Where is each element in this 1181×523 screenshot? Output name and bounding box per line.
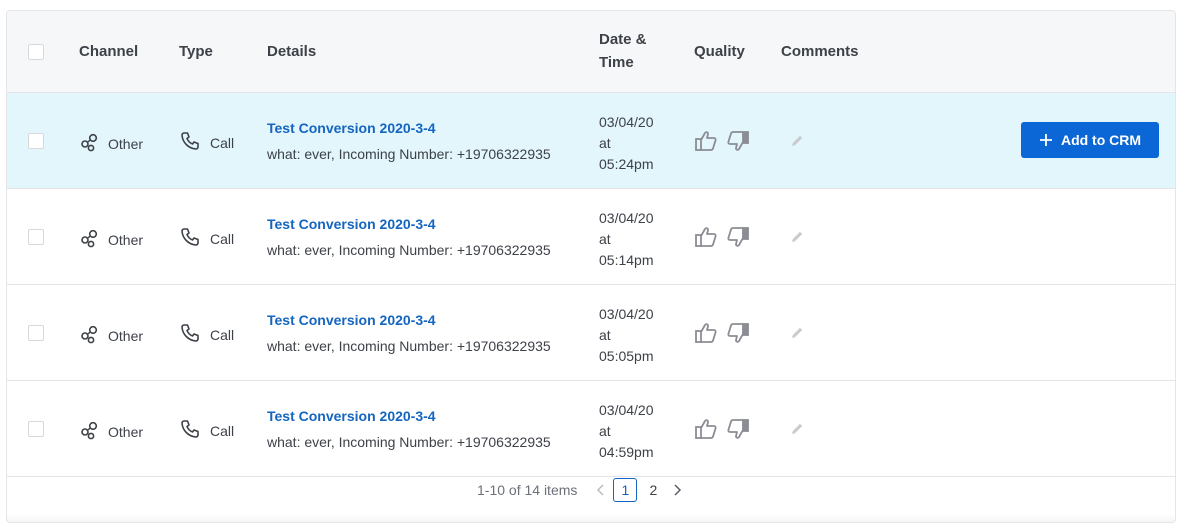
page-1-button[interactable]: 1 xyxy=(613,478,638,502)
datetime-cell: 03/04/20 at 04:59pm xyxy=(599,400,654,463)
time-text: 04:59pm xyxy=(599,444,654,460)
time-text: 05:14pm xyxy=(599,252,654,268)
pencil-icon[interactable] xyxy=(789,229,805,248)
channel-cell: Other xyxy=(80,324,143,347)
at-text: at xyxy=(599,135,611,151)
at-text: at xyxy=(599,327,611,343)
plus-icon xyxy=(1039,134,1052,146)
pencil-icon[interactable] xyxy=(789,325,805,344)
phone-icon xyxy=(180,131,200,154)
bottom-shadow xyxy=(7,514,1175,522)
add-to-crm-label: Add to CRM xyxy=(1060,132,1142,148)
date-text: 03/04/20 xyxy=(599,210,654,226)
thumbs-up-icon[interactable] xyxy=(694,322,718,344)
thumbs-down-icon[interactable] xyxy=(726,226,750,248)
conversion-details-text: what: ever, Incoming Number: +1970632293… xyxy=(267,242,551,258)
channel-nodes-icon xyxy=(80,324,100,347)
quality-cell xyxy=(694,226,750,248)
thumbs-up-icon[interactable] xyxy=(694,418,718,440)
add-to-crm-button[interactable]: Add to CRM xyxy=(1021,122,1159,158)
column-header-type[interactable]: Type xyxy=(179,40,213,63)
row-checkbox[interactable] xyxy=(28,421,44,437)
column-header-datetime-line1: Date & xyxy=(599,31,647,48)
datetime-cell: 03/04/20 at 05:14pm xyxy=(599,208,654,271)
row-checkbox[interactable] xyxy=(28,325,44,341)
channel-nodes-icon xyxy=(80,228,100,251)
pagination-summary: 1-10 of 14 items xyxy=(477,482,578,498)
channel-cell: Other xyxy=(80,228,143,251)
table-row[interactable]: Other Call Test Conversion 2020-3-4 what… xyxy=(7,285,1175,381)
column-header-datetime-line2: Time xyxy=(599,54,634,71)
datetime-cell: 03/04/20 at 05:05pm xyxy=(599,304,654,367)
pencil-icon[interactable] xyxy=(789,421,805,440)
conversion-title-link[interactable]: Test Conversion 2020-3-4 xyxy=(267,312,436,328)
page-2-button[interactable]: 2 xyxy=(641,478,665,502)
phone-icon xyxy=(180,227,200,250)
time-text: 05:24pm xyxy=(599,156,654,172)
type-label: Call xyxy=(210,134,235,151)
phone-icon xyxy=(180,419,200,442)
column-header-comments[interactable]: Comments xyxy=(781,40,859,63)
column-header-quality[interactable]: Quality xyxy=(694,40,745,63)
conversion-details-text: what: ever, Incoming Number: +1970632293… xyxy=(267,146,551,162)
conversion-details-text: what: ever, Incoming Number: +1970632293… xyxy=(267,338,551,354)
type-cell: Call xyxy=(180,227,234,250)
date-text: 03/04/20 xyxy=(599,402,654,418)
phone-icon xyxy=(180,323,200,346)
table-row[interactable]: Other Call Test Conversion 2020-3-4 what… xyxy=(7,381,1175,477)
thumbs-down-icon[interactable] xyxy=(726,130,750,152)
type-cell: Call xyxy=(180,419,234,442)
type-cell: Call xyxy=(180,131,234,154)
table-row[interactable]: Other Call Test Conversion 2020-3-4 what… xyxy=(7,189,1175,285)
table-header: Channel Type Details Date & Time Quality… xyxy=(7,11,1175,93)
thumbs-up-icon[interactable] xyxy=(694,130,718,152)
column-header-details[interactable]: Details xyxy=(267,40,316,63)
select-all-checkbox[interactable] xyxy=(28,44,44,60)
conversion-details-text: what: ever, Incoming Number: +1970632293… xyxy=(267,434,551,450)
row-checkbox[interactable] xyxy=(28,229,44,245)
channel-cell: Other xyxy=(80,132,143,155)
at-text: at xyxy=(599,423,611,439)
thumbs-down-icon[interactable] xyxy=(726,322,750,344)
type-cell: Call xyxy=(180,323,234,346)
at-text: at xyxy=(599,231,611,247)
channel-nodes-icon xyxy=(80,420,100,443)
thumbs-up-icon[interactable] xyxy=(694,226,718,248)
date-text: 03/04/20 xyxy=(599,306,654,322)
conversion-title-link[interactable]: Test Conversion 2020-3-4 xyxy=(267,408,436,424)
pagination: 1-10 of 14 items 1 2 xyxy=(477,478,687,502)
table-row[interactable]: Other Call Test Conversion 2020-3-4 what… xyxy=(7,93,1175,189)
type-label: Call xyxy=(210,230,235,247)
thumbs-down-icon[interactable] xyxy=(726,418,750,440)
type-label: Call xyxy=(210,422,235,439)
column-header-datetime[interactable]: Date & Time xyxy=(599,28,647,74)
channel-label: Other xyxy=(108,135,144,152)
channel-label: Other xyxy=(108,423,144,440)
quality-cell xyxy=(694,130,750,152)
channel-nodes-icon xyxy=(80,132,100,155)
conversion-title-link[interactable]: Test Conversion 2020-3-4 xyxy=(267,216,436,232)
type-label: Call xyxy=(210,326,235,343)
chevron-right-icon[interactable] xyxy=(667,479,687,501)
conversions-table: Channel Type Details Date & Time Quality… xyxy=(6,10,1176,523)
column-header-channel[interactable]: Channel xyxy=(79,40,138,63)
chevron-left-icon[interactable] xyxy=(591,479,611,501)
date-text: 03/04/20 xyxy=(599,114,654,130)
quality-cell xyxy=(694,322,750,344)
channel-cell: Other xyxy=(80,420,143,443)
channel-label: Other xyxy=(108,327,144,344)
quality-cell xyxy=(694,418,750,440)
conversion-title-link[interactable]: Test Conversion 2020-3-4 xyxy=(267,120,436,136)
time-text: 05:05pm xyxy=(599,348,654,364)
pencil-icon[interactable] xyxy=(789,133,805,152)
channel-label: Other xyxy=(108,231,144,248)
datetime-cell: 03/04/20 at 05:24pm xyxy=(599,112,654,175)
row-checkbox[interactable] xyxy=(28,133,44,149)
